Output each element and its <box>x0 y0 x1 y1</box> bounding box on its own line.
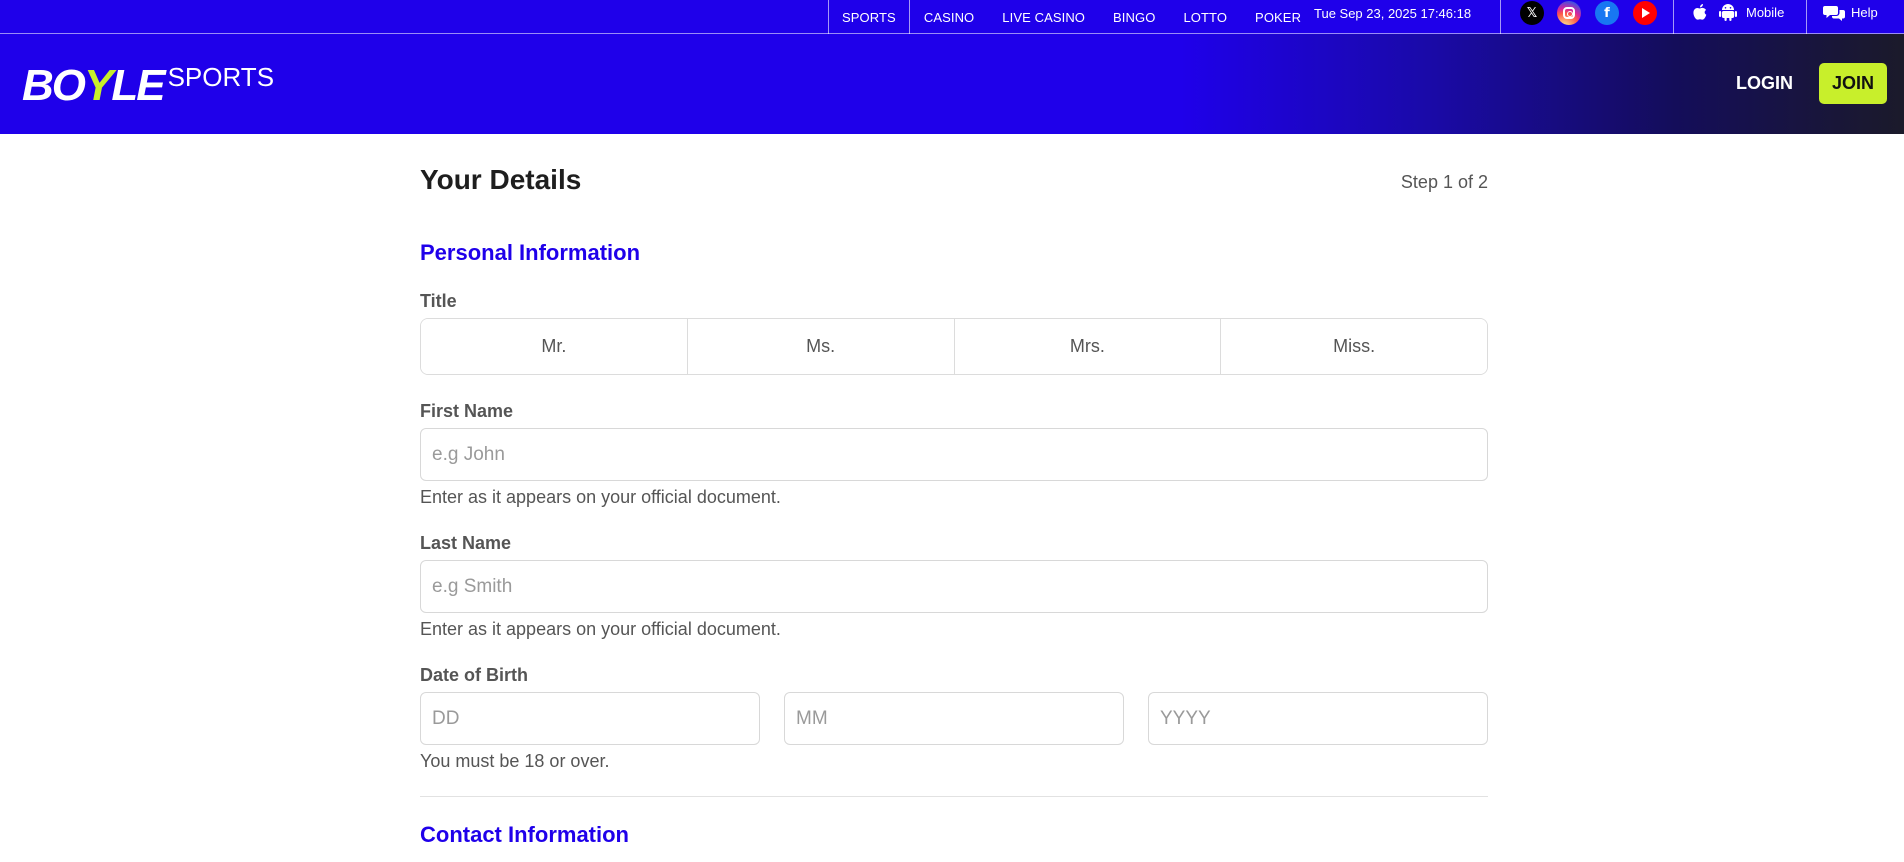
dob-month-input[interactable] <box>784 692 1124 745</box>
join-button[interactable]: JOIN <box>1819 63 1887 104</box>
title-option-mrs[interactable]: Mrs. <box>954 319 1222 374</box>
last-name-label: Last Name <box>420 533 512 553</box>
date-of-birth-label: Date of Birth <box>420 665 528 685</box>
nav-sports[interactable]: SPORTS <box>828 0 910 34</box>
help-link[interactable]: Help <box>1851 0 1878 26</box>
divider <box>1806 0 1807 34</box>
x-twitter-icon[interactable]: 𝕏 <box>1520 1 1544 25</box>
boylesports-logo[interactable]: BOYLE SPORTS <box>22 64 274 108</box>
divider <box>1673 0 1674 34</box>
contact-information-heading: Contact Information <box>420 822 629 847</box>
mobile-link[interactable]: Mobile <box>1746 0 1784 26</box>
first-name-hint: Enter as it appears on your official doc… <box>420 487 781 507</box>
current-datetime: Tue Sep 23, 2025 17:46:18 <box>1314 6 1472 21</box>
apple-icon[interactable] <box>1692 3 1708 21</box>
title-option-miss[interactable]: Miss. <box>1221 319 1487 374</box>
nav-casino[interactable]: CASINO <box>910 0 988 34</box>
youtube-icon[interactable] <box>1633 1 1657 25</box>
logo-sports: SPORTS <box>167 62 275 92</box>
top-utility-bar: SPORTS CASINO LIVE CASINO BINGO LOTTO PO… <box>0 0 1904 34</box>
nav-bingo[interactable]: BINGO <box>1099 0 1169 34</box>
chat-help-icon[interactable] <box>1823 4 1845 22</box>
dob-hint: You must be 18 or over. <box>420 751 610 771</box>
title-option-ms[interactable]: Ms. <box>687 319 955 374</box>
nav-lotto[interactable]: LOTTO <box>1169 0 1241 34</box>
divider <box>1500 0 1501 34</box>
nav-live-casino[interactable]: LIVE CASINO <box>988 0 1099 34</box>
title-option-mr[interactable]: Mr. <box>421 319 688 374</box>
last-name-input[interactable] <box>420 560 1488 613</box>
page-title: Your Details <box>420 164 582 195</box>
logo-wordmark: BOYLE <box>22 61 166 110</box>
section-divider <box>420 796 1488 797</box>
title-selector: Mr. Ms. Mrs. Miss. <box>420 318 1488 375</box>
dob-year-input[interactable] <box>1148 692 1488 745</box>
first-name-label: First Name <box>420 401 514 421</box>
facebook-icon[interactable]: f <box>1595 1 1619 25</box>
dob-day-input[interactable] <box>420 692 760 745</box>
first-name-input[interactable] <box>420 428 1488 481</box>
step-indicator: Step 1 of 2 <box>1400 172 1488 192</box>
nav-poker[interactable]: POKER <box>1241 0 1315 34</box>
last-name-hint: Enter as it appears on your official doc… <box>420 619 781 639</box>
personal-information-heading: Personal Information <box>420 240 641 265</box>
instagram-icon[interactable] <box>1557 1 1581 25</box>
android-icon[interactable] <box>1718 3 1738 21</box>
title-label: Title <box>420 291 457 311</box>
login-button[interactable]: LOGIN <box>1726 62 1803 104</box>
main-header: BOYLE SPORTS LOGIN JOIN <box>0 34 1904 134</box>
product-nav: SPORTS CASINO LIVE CASINO BINGO LOTTO PO… <box>828 0 1315 34</box>
